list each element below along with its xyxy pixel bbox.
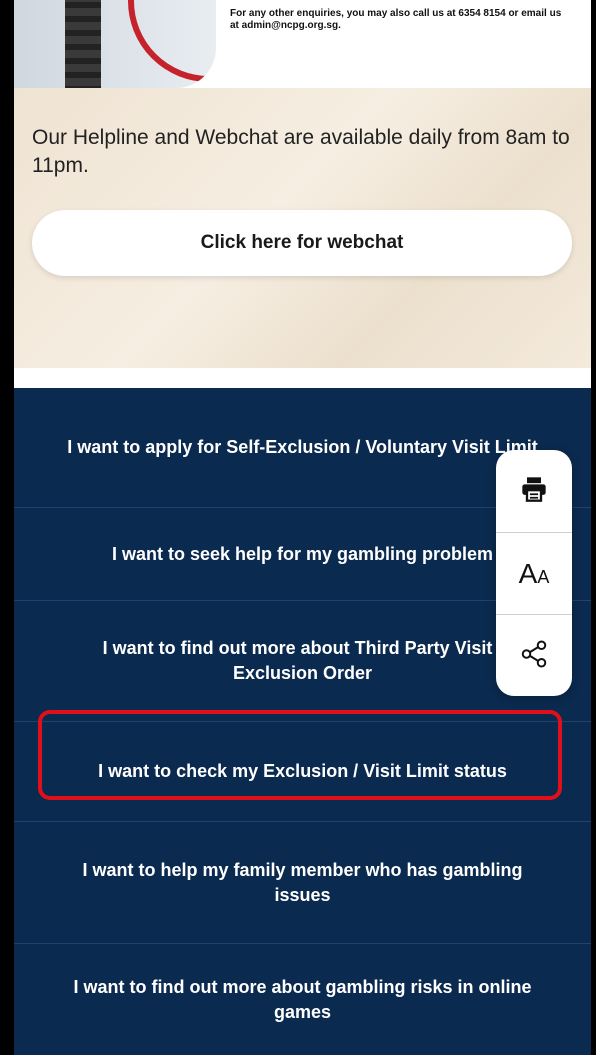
hero-image-arc xyxy=(128,0,216,82)
highlight-box xyxy=(38,710,562,800)
print-icon xyxy=(520,475,548,508)
nav-item-family-help[interactable]: I want to help my family member who has … xyxy=(14,822,591,944)
screenshot-frame: For any other enquiries, you may also ca… xyxy=(0,0,596,1055)
page: For any other enquiries, you may also ca… xyxy=(14,0,591,1055)
font-size-button[interactable]: AA xyxy=(496,532,572,615)
font-size-icon: AA xyxy=(518,558,550,589)
print-button[interactable] xyxy=(496,450,572,532)
accessibility-toolbar: AA xyxy=(496,450,572,696)
hero-image-handle xyxy=(65,0,101,88)
enquiry-text: For any other enquiries, you may also ca… xyxy=(230,8,562,31)
hero-image xyxy=(14,0,216,88)
nav-item-label: I want to help my family member who has … xyxy=(82,859,523,905)
contact-banner: For any other enquiries, you may also ca… xyxy=(14,0,591,88)
nav-item-label: I want to find out more about Third Part… xyxy=(102,638,503,683)
nav-item-label: I want to apply for Self-Exclusion / Vol… xyxy=(67,437,538,457)
nav-item-label: I want to find out more about gambling r… xyxy=(73,976,532,1022)
helpline-hours-text: Our Helpline and Webchat are available d… xyxy=(32,126,570,177)
nav-item-online-games[interactable]: I want to find out more about gambling r… xyxy=(14,944,591,1055)
nav-item-label: I want to seek help for my gambling prob… xyxy=(111,543,494,564)
webchat-button[interactable]: Click here for webchat xyxy=(32,210,572,276)
share-icon xyxy=(519,639,549,674)
share-button[interactable] xyxy=(496,614,572,697)
